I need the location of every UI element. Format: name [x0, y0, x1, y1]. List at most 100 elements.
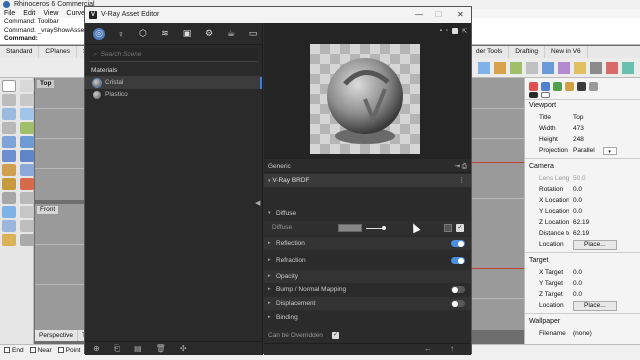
prop-value[interactable]: 0.0 — [569, 206, 640, 217]
prop-value[interactable]: 0.0 — [569, 267, 640, 278]
list-item[interactable]: Plastico — [85, 89, 262, 101]
prop-value[interactable]: 0.0 — [569, 184, 640, 195]
boolean-icon[interactable] — [20, 164, 34, 176]
options-arrows-icon[interactable]: ⇥ ⎙ — [455, 161, 467, 173]
extrude-icon[interactable] — [20, 136, 34, 148]
section-binding[interactable]: ▸ Binding — [264, 311, 471, 324]
brdf-layer-header[interactable]: ▾ V-Ray BRDF ⋮ — [264, 174, 471, 187]
chevron-down-icon[interactable]: ▾ — [602, 147, 617, 155]
back-arrow-icon[interactable]: ← — [424, 344, 432, 353]
open-file-icon[interactable]: ⎗ — [114, 344, 120, 354]
prop-value[interactable]: 248 — [569, 134, 640, 145]
prop-value[interactable]: 62.19 — [569, 228, 640, 239]
maximize-icon[interactable]: ☐ — [435, 7, 442, 23]
tab-cplanes[interactable]: CPlanes — [39, 46, 77, 58]
layer-icon[interactable] — [541, 92, 550, 98]
section-bump-normal[interactable]: ▸ Bump / Normal Mapping — [264, 283, 471, 296]
target-place-button[interactable]: Place... — [573, 301, 617, 311]
dimension-icon[interactable] — [20, 178, 34, 190]
toolbar-icon[interactable] — [510, 62, 522, 74]
solid-box-icon[interactable] — [2, 150, 16, 162]
camera-icon[interactable] — [589, 82, 598, 91]
layout-icon[interactable] — [2, 220, 16, 232]
viewport-right[interactable] — [472, 78, 524, 330]
vray-title-bar[interactable]: V V-Ray Asset Editor — ☐ ✕ — [85, 7, 471, 23]
prop-value[interactable]: Top — [569, 112, 640, 123]
tool-icon[interactable] — [2, 234, 16, 246]
osnap-near[interactable]: Near — [29, 345, 52, 360]
preview-enable-checkbox[interactable] — [451, 28, 458, 34]
viewport-icon[interactable] — [577, 82, 586, 91]
point-icon[interactable] — [20, 80, 34, 92]
refraction-toggle[interactable] — [451, 257, 465, 264]
array-icon[interactable] — [20, 192, 34, 204]
texture-icon[interactable] — [553, 82, 562, 91]
delete-icon[interactable]: 🗑 — [156, 344, 166, 353]
polyline-icon[interactable] — [2, 94, 16, 106]
prop-value[interactable]: 473 — [569, 123, 640, 134]
reflection-toggle[interactable] — [451, 240, 465, 247]
checkbox[interactable] — [29, 347, 36, 353]
displacement-toggle[interactable] — [451, 300, 465, 307]
prop-value[interactable]: 0.0 — [569, 195, 640, 206]
render-icon[interactable] — [20, 206, 34, 218]
tab-perspective[interactable]: Perspective — [35, 330, 78, 341]
bump-toggle[interactable] — [451, 286, 465, 293]
mesh-icon[interactable] — [2, 164, 16, 176]
section-refraction[interactable]: ▸ Refraction — [264, 254, 471, 267]
toolbar-icon[interactable] — [622, 62, 634, 74]
surface-icon[interactable] — [2, 136, 16, 148]
add-asset-icon[interactable]: ⊕ — [93, 344, 100, 353]
layers-category-icon[interactable]: ≋ — [159, 28, 171, 40]
rectangle-icon[interactable] — [2, 122, 16, 134]
light-icon[interactable] — [2, 178, 16, 190]
prop-value[interactable]: 62.19 — [569, 217, 640, 228]
prop-value[interactable]: 0.0 — [569, 289, 640, 300]
prop-value[interactable]: 0.0 — [569, 278, 640, 289]
toolbar-icon[interactable] — [478, 62, 490, 74]
toolbar-icon[interactable] — [606, 62, 618, 74]
analyze-icon[interactable] — [2, 206, 16, 218]
up-arrow-icon[interactable]: ↑ — [450, 344, 454, 353]
transform-icon[interactable] — [2, 192, 16, 204]
color-icon[interactable] — [529, 82, 538, 91]
close-icon[interactable]: ✕ — [457, 7, 464, 23]
prop-value[interactable]: (none) — [569, 328, 640, 339]
projection-select[interactable]: Parallel ▾ — [569, 145, 640, 156]
tab-drafting[interactable]: Drafting — [509, 46, 546, 58]
diffuse-color-swatch[interactable] — [338, 224, 362, 232]
texture-enable-checkbox[interactable]: ✓ — [456, 224, 464, 232]
tab-new-in-v6[interactable]: New in V6 — [545, 46, 588, 58]
sphere-icon[interactable] — [20, 150, 34, 162]
texture-slot-icon[interactable] — [444, 224, 452, 232]
preview-dropdown-icon[interactable]: ▪ — [440, 28, 442, 35]
checkbox[interactable] — [57, 347, 64, 353]
lights-category-icon[interactable]: ♀ — [115, 28, 127, 40]
toolbar-icon[interactable] — [494, 62, 506, 74]
render-teapot-icon[interactable]: ☕ — [225, 28, 237, 40]
object-icon[interactable] — [529, 92, 538, 98]
toolbar-icon[interactable] — [558, 62, 570, 74]
toolbar-icon[interactable] — [590, 62, 602, 74]
viewport-top-label[interactable]: Top — [37, 80, 55, 88]
geometry-category-icon[interactable]: ⬡ — [137, 28, 149, 40]
expand-icon[interactable]: ⇱ — [462, 28, 467, 35]
toolbar-icon[interactable] — [574, 62, 586, 74]
slider-handle[interactable] — [382, 226, 386, 230]
polygon-icon[interactable] — [20, 122, 34, 134]
curve-icon[interactable] — [20, 94, 34, 106]
material-icon[interactable] — [541, 82, 550, 91]
preview-lock-icon[interactable]: ▫ — [446, 28, 448, 35]
list-item[interactable]: Cristal — [85, 77, 262, 89]
search-box[interactable]: ⌕ Search Scene — [89, 48, 258, 62]
viewport-front[interactable]: Front — [35, 204, 85, 330]
settings-gear-icon[interactable]: ⚙ — [203, 28, 215, 40]
select-arrow-icon[interactable] — [2, 80, 16, 92]
viewport-front-label[interactable]: Front — [37, 206, 59, 214]
more-options-icon[interactable]: ⋮ — [459, 174, 466, 187]
menu-view[interactable]: View — [43, 9, 58, 18]
drafting-icon[interactable] — [20, 220, 34, 232]
menu-edit[interactable]: Edit — [23, 9, 35, 18]
osnap-point[interactable]: Point — [57, 345, 81, 360]
osnap-end[interactable]: End — [4, 345, 24, 360]
